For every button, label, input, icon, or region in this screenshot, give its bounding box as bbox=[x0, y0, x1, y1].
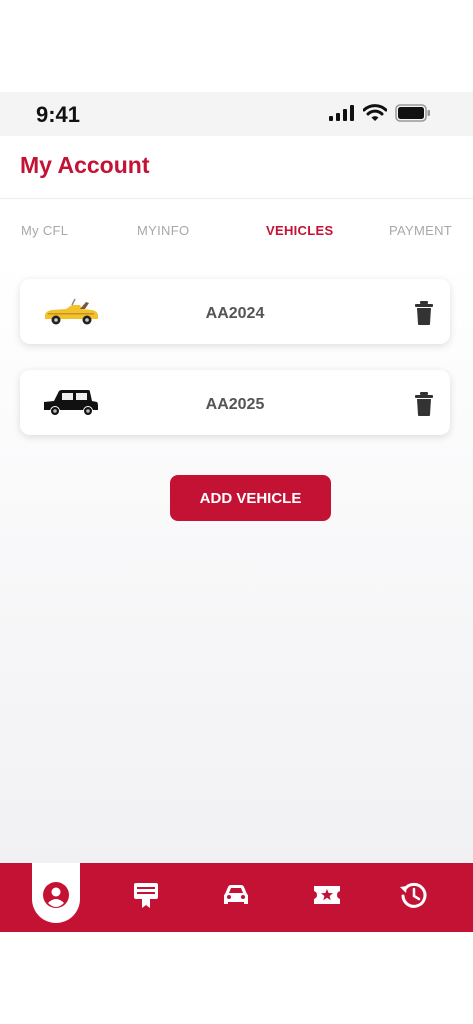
status-icons bbox=[329, 104, 431, 122]
nav-favorites[interactable] bbox=[312, 880, 342, 910]
tab-vehicles[interactable]: VEHICLES bbox=[266, 223, 333, 238]
tickets-icon bbox=[134, 883, 158, 908]
vehicle-plate: AA2025 bbox=[205, 396, 265, 413]
tab-payment[interactable]: PAYMENT bbox=[389, 223, 452, 238]
vehicle-plate: AA2024 bbox=[205, 305, 265, 322]
status-time: 9:41 bbox=[36, 102, 81, 127]
tab-my-cfl[interactable]: My CFL bbox=[21, 223, 68, 238]
tab-bar: My CFL MYINFO VEHICLES PAYMENT bbox=[0, 198, 473, 258]
battery-icon bbox=[395, 104, 430, 122]
car-icon bbox=[224, 885, 248, 904]
vehicles-content: AA2024 AA2025 bbox=[0, 258, 473, 863]
nav-history[interactable] bbox=[398, 880, 428, 910]
trash-icon[interactable] bbox=[414, 301, 434, 325]
wifi-icon bbox=[363, 104, 387, 121]
header: My Account bbox=[0, 136, 473, 198]
trash-icon[interactable] bbox=[414, 392, 434, 416]
tab-myinfo[interactable]: MYINFO bbox=[137, 223, 189, 238]
account-icon bbox=[43, 882, 69, 908]
nav-vehicles[interactable] bbox=[221, 880, 251, 910]
signal-icon bbox=[329, 105, 354, 121]
favorites-icon bbox=[314, 886, 340, 904]
vehicle-card[interactable]: AA2025 bbox=[20, 370, 450, 435]
history-icon bbox=[400, 882, 427, 908]
status-bar: 9:41 bbox=[0, 92, 473, 136]
nav-tickets[interactable] bbox=[131, 880, 161, 910]
bottom-nav bbox=[0, 863, 473, 932]
page-title: My Account bbox=[20, 152, 150, 178]
vehicle-card[interactable]: AA2024 bbox=[20, 279, 450, 344]
nav-account[interactable] bbox=[41, 880, 71, 910]
add-vehicle-button[interactable]: ADD VEHICLE bbox=[170, 475, 331, 521]
